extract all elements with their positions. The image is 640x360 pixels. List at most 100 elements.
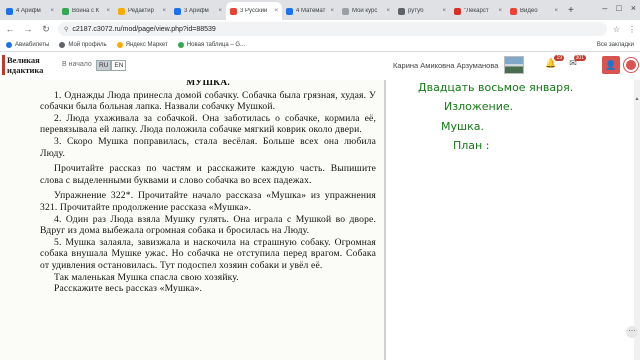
paragraph: 4. Один раз Люда взяла Мушку гулять. Она… bbox=[40, 213, 376, 237]
tab-favicon-icon bbox=[118, 7, 125, 15]
bookmark-favicon-icon bbox=[59, 41, 66, 48]
tab-close-icon[interactable]: × bbox=[162, 8, 166, 14]
address-bar[interactable]: ⚲ c2187.c3072.ru/mod/page/view.php?id=88… bbox=[58, 22, 607, 36]
tab-favicon-icon bbox=[230, 7, 237, 15]
tab-label: 4 Математ bbox=[296, 8, 326, 14]
url-text: c2187.c3072.ru/mod/page/view.php?id=8853… bbox=[72, 25, 216, 33]
notes-type: Изложение. bbox=[444, 100, 514, 113]
site-header: Великая идактика В начало RU EN Карина А… bbox=[0, 52, 640, 80]
browser-menu-icon[interactable]: ⋮ bbox=[628, 25, 636, 34]
bookmark-star-icon[interactable]: ☆ bbox=[613, 25, 620, 34]
language-switch: RU EN bbox=[96, 60, 127, 71]
bookmark-item[interactable]: Новая таблица – G... bbox=[177, 41, 246, 48]
browser-tab-strip: 4 Арифм × Война с К × Редактир × 3 Арифм × 3 Рус… bbox=[0, 0, 640, 20]
browser-toolbar: ← → ↻ ⚲ c2187.c3072.ru/mod/page/view.php… bbox=[0, 20, 640, 38]
browser-tab[interactable]: 3 Русский × bbox=[226, 2, 282, 20]
site-logo[interactable]: Великая идактика bbox=[2, 55, 56, 75]
tab-favicon-icon bbox=[454, 7, 461, 15]
bookmark-label: Яндекс Маркет bbox=[125, 41, 168, 48]
browser-tab[interactable]: рутуб × bbox=[394, 2, 450, 20]
tab-close-icon[interactable]: × bbox=[274, 8, 278, 14]
bookmark-item[interactable]: Яндекс Маркет bbox=[116, 41, 168, 48]
notifications-icon[interactable]: 🔔 19 bbox=[544, 55, 564, 72]
text-title: МУШКА. bbox=[186, 80, 230, 88]
home-link[interactable]: В начало bbox=[62, 61, 92, 68]
window-controls: – □ × bbox=[602, 3, 636, 13]
tab-favicon-icon bbox=[398, 7, 405, 15]
notes-plan: План : bbox=[453, 139, 490, 152]
bookmark-label: Новая таблица – G... bbox=[186, 41, 246, 48]
tab-close-icon[interactable]: × bbox=[50, 8, 54, 14]
tab-favicon-icon bbox=[510, 7, 517, 15]
tab-favicon-icon bbox=[286, 7, 293, 15]
bookmark-item[interactable]: Авиабилеты bbox=[6, 41, 50, 48]
close-window-button[interactable]: × bbox=[631, 3, 636, 13]
avatar[interactable] bbox=[504, 56, 524, 74]
tab-label: Мои курс bbox=[352, 8, 378, 14]
browser-tab[interactable]: 4 Математ × bbox=[282, 2, 338, 20]
browser-tab[interactable]: "Лекарст × bbox=[450, 2, 506, 20]
scrollbar[interactable] bbox=[634, 80, 640, 360]
browser-tab[interactable]: Мои курс × bbox=[338, 2, 394, 20]
tab-label: "Лекарст bbox=[464, 8, 489, 14]
more-options-icon[interactable]: ⋯ bbox=[626, 326, 638, 338]
tab-close-icon[interactable]: × bbox=[330, 8, 334, 14]
tab-close-icon[interactable]: × bbox=[498, 8, 502, 14]
tab-close-icon[interactable]: × bbox=[218, 8, 222, 14]
bookmark-favicon-icon bbox=[116, 41, 123, 48]
task-text: Расскажите весь рассказ «Мушка». bbox=[54, 283, 203, 295]
notification-badge: 19 bbox=[554, 55, 564, 61]
bookmark-item[interactable]: Мой профиль bbox=[59, 41, 107, 48]
tab-close-icon[interactable]: × bbox=[554, 8, 558, 14]
tab-label: 4 Арифм bbox=[16, 8, 41, 14]
forward-button[interactable]: → bbox=[22, 24, 34, 34]
new-tab-button[interactable]: + bbox=[562, 5, 580, 16]
browser-tab[interactable]: 4 Арифм × bbox=[2, 2, 58, 20]
tab-close-icon[interactable]: × bbox=[386, 8, 390, 14]
notes-date: Двадцать восьмое января. bbox=[418, 81, 574, 94]
exercise-header: Упражнение 322*. Прочитайте начало расск… bbox=[40, 190, 376, 213]
notes-pane: Двадцать восьмое января. Изложение. Мушк… bbox=[386, 80, 640, 360]
bookmark-favicon-icon bbox=[177, 41, 184, 48]
tab-label: рутуб bbox=[408, 8, 424, 14]
notes-title: Мушка. bbox=[441, 120, 484, 133]
bookmarks-bar: Авиабилеты Мой профиль Яндекс Маркет Новая … bbox=[0, 38, 640, 52]
task-text: Прочитайте рассказ по частям и расскажит… bbox=[40, 163, 376, 186]
user-name[interactable]: Карина Амиковна Арзуманова bbox=[393, 61, 498, 70]
tab-close-icon[interactable]: × bbox=[442, 8, 446, 14]
browser-tab[interactable]: Война с К × bbox=[58, 2, 114, 20]
paragraph: 1. Однажды Люда принесла домой собачку. … bbox=[40, 89, 376, 113]
message-badge: 301 bbox=[573, 55, 586, 61]
site-info-icon[interactable]: ⚲ bbox=[64, 26, 68, 33]
paragraph: 2. Люда ухаживала за собачкой. Она забот… bbox=[40, 112, 376, 136]
tab-label: Война с К bbox=[72, 8, 100, 14]
bookmark-label: Мой профиль bbox=[68, 41, 107, 48]
edit-mode-toggle[interactable] bbox=[624, 58, 638, 72]
maximize-button[interactable]: □ bbox=[616, 3, 621, 13]
tab-label: 3 Русский bbox=[240, 8, 268, 14]
tab-close-icon[interactable]: × bbox=[106, 8, 110, 14]
browser-tab[interactable]: Видео × bbox=[506, 2, 562, 20]
tab-label: 3 Арифм bbox=[184, 8, 209, 14]
tab-favicon-icon bbox=[62, 7, 69, 15]
lang-en-button[interactable]: EN bbox=[111, 60, 127, 71]
all-bookmarks-link[interactable]: Все закладки bbox=[597, 42, 634, 48]
paragraph: Так маленькая Мушка спасла свою хозяйку. bbox=[54, 271, 239, 283]
tab-label: Видео bbox=[520, 8, 538, 14]
back-button[interactable]: ← bbox=[4, 24, 16, 34]
bookmark-label: Авиабилеты bbox=[15, 41, 50, 48]
browser-tab[interactable]: Редактир × bbox=[114, 2, 170, 20]
user-menu-icon[interactable]: 👤 bbox=[602, 56, 620, 74]
browser-tab[interactable]: 3 Арифм × bbox=[170, 2, 226, 20]
bookmark-favicon-icon bbox=[6, 41, 12, 48]
minimize-button[interactable]: – bbox=[602, 3, 607, 13]
tab-favicon-icon bbox=[342, 7, 349, 15]
paragraph: 3. Скоро Мушка поправилась, стала весёла… bbox=[40, 135, 376, 159]
reload-button[interactable]: ↻ bbox=[40, 24, 52, 35]
scroll-up-arrow-icon[interactable]: ▲ bbox=[634, 96, 640, 102]
tab-favicon-icon bbox=[174, 7, 181, 15]
tab-label: Редактир bbox=[128, 8, 154, 14]
lang-ru-button[interactable]: RU bbox=[96, 60, 112, 71]
paragraph: 5. Мушка залаяла, завизжала и наскочила … bbox=[40, 236, 376, 271]
messages-icon[interactable]: ✉ 301 bbox=[566, 55, 586, 72]
